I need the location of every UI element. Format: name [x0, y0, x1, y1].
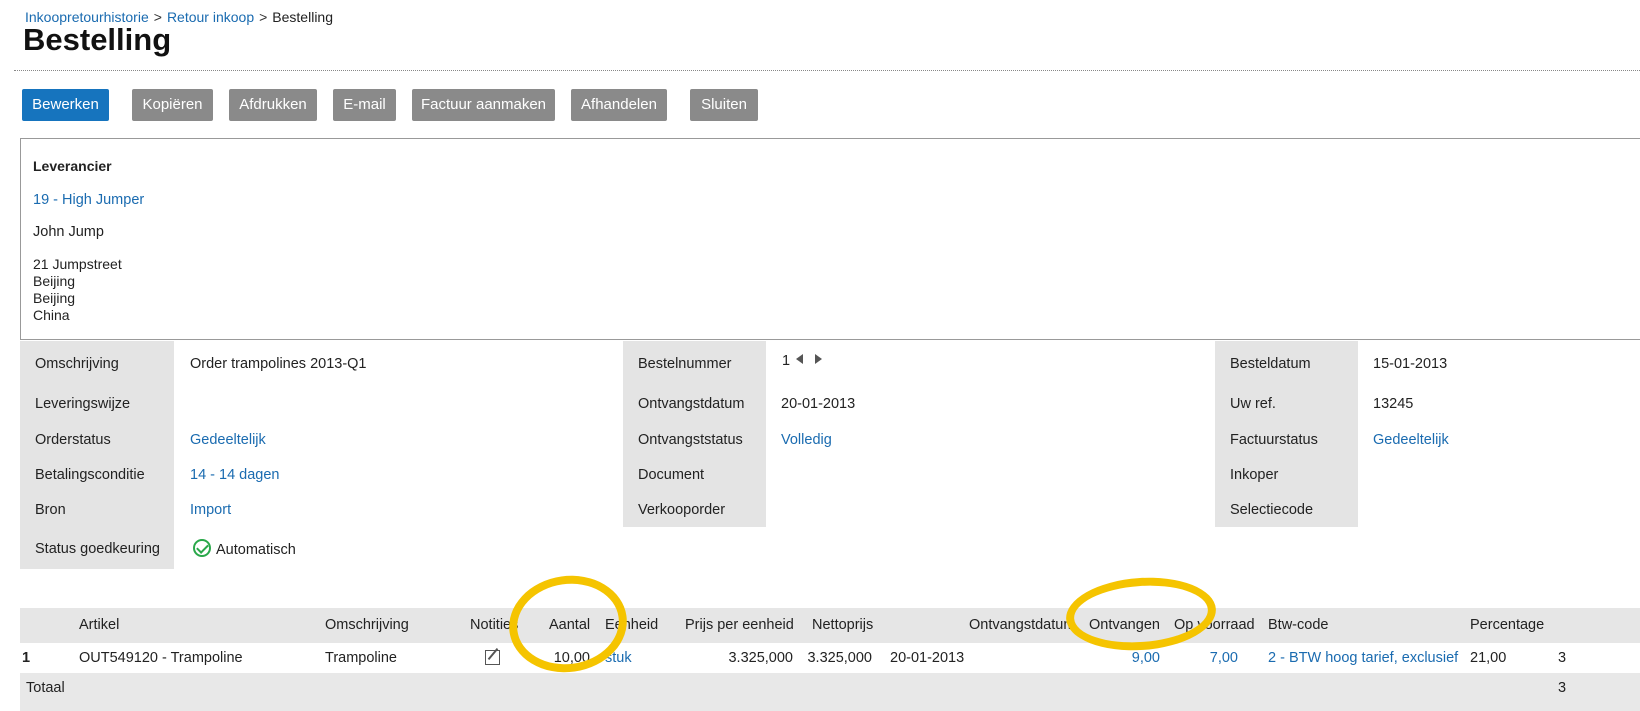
cell-truncated: 3 [1558, 650, 1567, 666]
breadcrumb-link-return[interactable]: Retour inkoop [167, 9, 254, 25]
address-line: Beijing [33, 273, 76, 289]
col-header-prijs[interactable]: Prijs per eenheid [685, 617, 794, 633]
table-footer [20, 703, 1640, 711]
edit-button[interactable]: Bewerken [22, 89, 109, 121]
total-truncated: 3 [1558, 680, 1567, 696]
col-header-btw-code[interactable]: Btw-code [1268, 617, 1328, 633]
col-header-artikel[interactable]: Artikel [79, 617, 119, 633]
complete-button[interactable]: Afhandelen [571, 89, 667, 121]
cell-omschrijving: Trampoline [325, 650, 397, 666]
address-line: 21 Jumpstreet [33, 256, 122, 272]
email-button[interactable]: E-mail [333, 89, 396, 121]
field-value-ontvangstdatum: 20-01-2013 [781, 396, 856, 412]
field-label-column [20, 341, 174, 569]
table-row[interactable]: 1 OUT549120 - Trampoline Trampoline 10,0… [20, 643, 1640, 673]
cell-prijs: 3.325,000 [728, 650, 793, 666]
field-label-bestelnummer: Bestelnummer [638, 356, 732, 372]
supplier-label: Leverancier [33, 158, 112, 174]
check-circle-icon [193, 539, 211, 557]
supplier-link[interactable]: 19 - High Jumper [33, 192, 144, 208]
field-value-besteldatum: 15-01-2013 [1373, 356, 1448, 372]
approval-status-text: Automatisch [216, 542, 296, 558]
address-line: Beijing [33, 290, 76, 306]
field-label-inkoper: Inkoper [1230, 467, 1279, 483]
field-label-selectiecode: Selectiecode [1230, 502, 1314, 518]
supplier-contact: John Jump [33, 224, 104, 240]
col-header-nettoprijs[interactable]: Nettoprijs [812, 617, 873, 633]
create-invoice-button[interactable]: Factuur aanmaken [412, 89, 555, 121]
field-label-orderstatus: Orderstatus [35, 432, 111, 448]
supplier-panel: Leverancier 19 - High Jumper John Jump 2… [20, 138, 1640, 340]
field-value-bestelnummer: 1 [782, 353, 823, 369]
edit-note-icon[interactable] [485, 650, 500, 665]
field-value-bron[interactable]: Import [190, 502, 231, 518]
field-value-orderstatus[interactable]: Gedeeltelijk [190, 432, 266, 448]
copy-button[interactable]: Kopiëren [132, 89, 213, 121]
field-value-ontvangststatus[interactable]: Volledig [781, 432, 832, 448]
col-header-omschrijving[interactable]: Omschrijving [325, 617, 409, 633]
table-total-row: Totaal 3 [20, 673, 1640, 703]
field-value-betalingsconditie[interactable]: 14 - 14 dagen [190, 467, 280, 483]
col-header-percentage[interactable]: Percentage [1470, 617, 1544, 633]
row-number: 1 [22, 650, 31, 666]
field-label-factuurstatus: Factuurstatus [1230, 432, 1318, 448]
col-header-ontvangstdatum[interactable]: Ontvangstdatum [969, 617, 1075, 633]
print-button[interactable]: Afdrukken [229, 89, 317, 121]
cell-btw-code[interactable]: 2 - BTW hoog tarief, exclusief [1268, 650, 1458, 666]
field-value-status-goedkeuring: Automatisch [193, 539, 296, 558]
address-line: China [33, 307, 70, 323]
field-label-document: Document [638, 467, 705, 483]
title-divider [14, 70, 1640, 71]
field-value-omschrijving: Order trampolines 2013-Q1 [190, 356, 367, 372]
close-button[interactable]: Sluiten [690, 89, 758, 121]
cell-nettoprijs: 3.325,000 [807, 650, 872, 666]
page-title: Bestelling [23, 22, 172, 57]
field-value-factuurstatus[interactable]: Gedeeltelijk [1373, 432, 1449, 448]
previous-arrow-icon[interactable] [796, 354, 804, 364]
lines-table-header: Artikel Omschrijving Notities Aantal Een… [20, 608, 1640, 643]
next-arrow-icon[interactable] [815, 354, 823, 364]
field-label-ontvangstdatum: Ontvangstdatum [638, 396, 745, 412]
field-label-betalingsconditie: Betalingsconditie [35, 467, 145, 483]
field-value-uw-ref: 13245 [1373, 396, 1414, 412]
cell-ontvangstdatum: 20-01-2013 [890, 650, 965, 666]
field-label-status-goedkeuring: Status goedkeuring [35, 541, 160, 557]
cell-artikel: OUT549120 - Trampoline [79, 650, 243, 666]
breadcrumb-current: Bestelling [272, 9, 333, 25]
breadcrumb-separator: > [259, 9, 268, 25]
field-label-leveringswijze: Leveringswijze [35, 396, 131, 412]
field-label-besteldatum: Besteldatum [1230, 356, 1311, 372]
cell-op-voorraad[interactable]: 7,00 [1170, 650, 1238, 666]
cell-percentage: 21,00 [1470, 650, 1507, 666]
field-label-ontvangststatus: Ontvangststatus [638, 432, 743, 448]
supplier-address: 21 Jumpstreet Beijing Beijing China [33, 256, 122, 324]
total-label: Totaal [26, 680, 65, 696]
cell-ontvangen[interactable]: 9,00 [1080, 650, 1160, 666]
field-label-omschrijving: Omschrijving [35, 356, 119, 372]
field-label-verkooporder: Verkooporder [638, 502, 726, 518]
field-label-bron: Bron [35, 502, 66, 518]
field-label-uw-ref: Uw ref. [1230, 396, 1276, 412]
order-number: 1 [782, 353, 791, 369]
